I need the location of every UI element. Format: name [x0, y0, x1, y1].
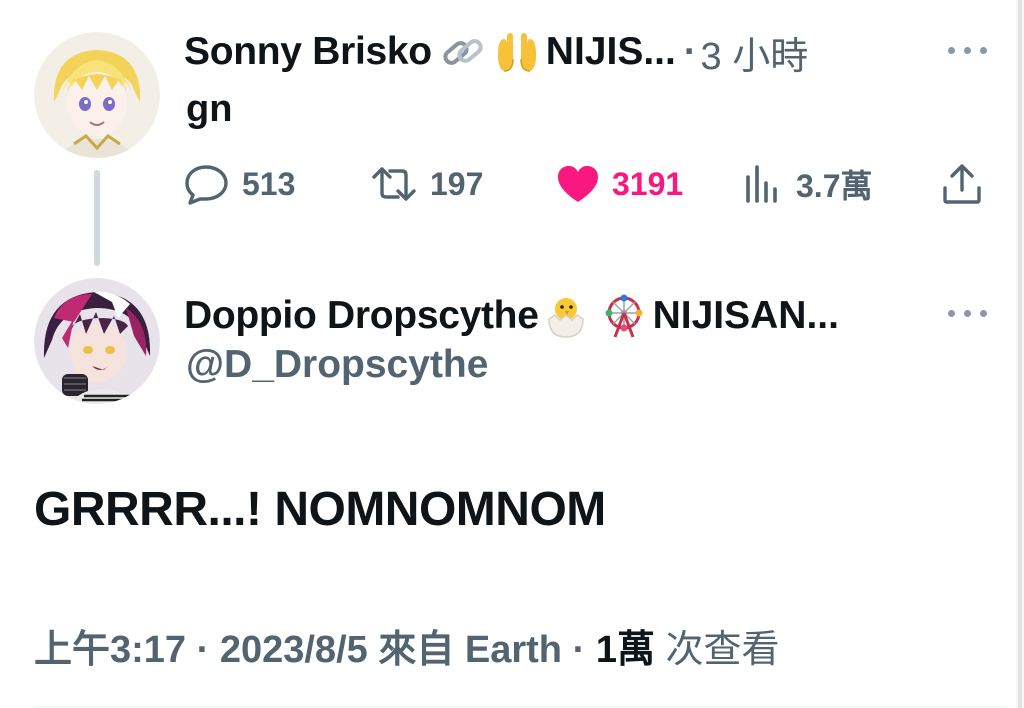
reply-author-row[interactable]: Sonny Brisko NIJIS... · 3 小時: [184, 26, 808, 78]
reply-author-name[interactable]: Sonny Brisko: [184, 30, 432, 74]
reply-time[interactable]: 3 小時: [701, 25, 809, 80]
meta-separator: ·: [196, 629, 210, 671]
reply-text: gn: [186, 88, 233, 130]
ferris-wheel-emoji: [601, 293, 647, 339]
tweet-source: 來自 Earth: [378, 629, 563, 671]
like-count: 3191: [612, 165, 684, 202]
views-label: 次查看: [665, 629, 780, 671]
more-icon[interactable]: [946, 303, 990, 323]
reply-icon: [185, 165, 228, 205]
meta-separator: ·: [572, 629, 586, 671]
like-button[interactable]: 3191: [556, 160, 683, 208]
link-emoji: [440, 29, 486, 75]
avatar-sonny[interactable]: [34, 32, 160, 158]
reply-count: 513: [242, 165, 296, 202]
views-count: 3.7萬: [796, 168, 873, 204]
scrollbar[interactable]: [1016, 0, 1024, 708]
share-button[interactable]: [940, 160, 984, 208]
retweet-icon: [372, 167, 416, 201]
scrollbar-thumb[interactable]: [1018, 0, 1022, 708]
tweet-date[interactable]: 2023/8/5: [220, 629, 368, 671]
views-total[interactable]: 1萬: [596, 629, 655, 671]
views-icon: [746, 165, 777, 203]
retweet-button[interactable]: 197: [370, 160, 483, 208]
main-author-row[interactable]: Doppio Dropscythe NIJISAN...: [184, 290, 839, 342]
reply-action-bar: 513 197 3191 3.7萬: [184, 160, 994, 208]
retweet-count: 197: [430, 165, 484, 202]
views-button[interactable]: 3.7萬: [744, 160, 873, 208]
separator-dot: ·: [683, 30, 697, 73]
main-author-suffix[interactable]: NIJISAN...: [653, 294, 839, 338]
thread-line: [94, 170, 100, 266]
divider: [34, 706, 1006, 707]
reply-button[interactable]: 513: [184, 160, 295, 208]
hatching-chick-emoji: [543, 293, 589, 339]
tweet-meta: 上午3:17 · 2023/8/5 來自 Earth · 1萬 次查看: [34, 618, 780, 673]
main-author-name[interactable]: Doppio Dropscythe: [184, 294, 539, 338]
palms-up-emoji: [494, 29, 540, 75]
main-author-handle[interactable]: @D_Dropscythe: [186, 343, 488, 387]
heart-icon: [558, 166, 598, 202]
share-icon: [943, 164, 981, 204]
main-tweet-text: GRRRR...! NOMNOMNOM: [34, 483, 606, 536]
reply-author-suffix[interactable]: NIJIS...: [546, 30, 676, 74]
tweet-time[interactable]: 上午3:17: [34, 629, 186, 671]
avatar-doppio[interactable]: [34, 278, 160, 404]
more-icon[interactable]: [946, 40, 990, 60]
